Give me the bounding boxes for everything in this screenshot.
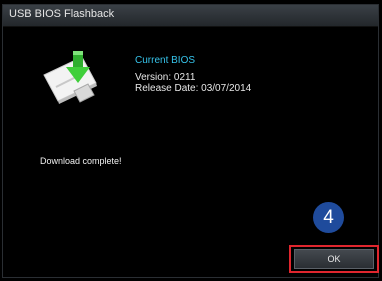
ok-button[interactable]: OK bbox=[294, 249, 374, 269]
bios-flashback-window: USB BIOS Flashback Current BIOS Version:… bbox=[2, 4, 379, 278]
usb-download-icon bbox=[43, 51, 97, 104]
bios-release-date-text: Release Date: 03/07/2014 bbox=[135, 83, 252, 94]
usb-flash-drive-icon bbox=[43, 56, 97, 104]
download-status-message: Download complete! bbox=[40, 156, 122, 166]
title-bar: USB BIOS Flashback bbox=[3, 5, 378, 27]
step-number-badge: 4 bbox=[313, 202, 344, 233]
window-title: USB BIOS Flashback bbox=[9, 8, 115, 20]
bios-version-text: Version: 0211 bbox=[135, 72, 196, 83]
current-bios-heading: Current BIOS bbox=[135, 55, 196, 66]
